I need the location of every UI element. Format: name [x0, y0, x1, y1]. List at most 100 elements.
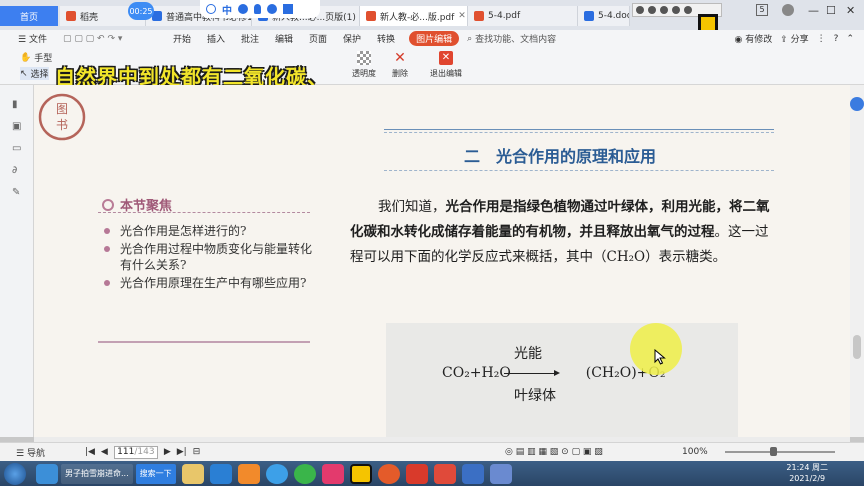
zoom-slider-knob[interactable] — [770, 447, 777, 456]
delete-button[interactable]: ✕ 删除 — [392, 51, 408, 79]
document-area[interactable]: 图 书 二 光合作用的原理和应用 本节聚焦 光合作用是怎样进行的? 光合作用过程… — [34, 85, 850, 437]
page-count-badge: 5 — [756, 4, 768, 16]
youku-icon[interactable] — [321, 463, 344, 484]
k-app-icon[interactable] — [265, 463, 288, 484]
minimize-icon[interactable]: — — [808, 4, 819, 17]
list-item: 光合作用原理在生产中有哪些应用? — [102, 275, 312, 291]
menu-edit[interactable]: 编辑 — [267, 32, 301, 45]
taskbar-app-browser[interactable]: 男子拍雪崩进命... — [61, 463, 133, 484]
tab-home[interactable]: 首页 — [0, 6, 58, 26]
collapse-icon[interactable]: ⌃ — [846, 34, 854, 44]
view-mode-icons[interactable]: ◎ ▤ ▥ ▦ ▧ ⊙ ▢ ▣ ▨ — [505, 447, 603, 457]
bullet-icon — [104, 280, 110, 286]
ime-icon-5[interactable] — [684, 6, 692, 14]
pdf-icon — [366, 11, 376, 21]
tab-doc-6-label: 5-4.docx — [598, 11, 629, 21]
bullet-icon — [104, 246, 110, 252]
ie-icon[interactable] — [209, 463, 232, 484]
tab-home-label: 首页 — [19, 12, 38, 23]
transparency-icon — [357, 51, 371, 65]
thumbnail-icon[interactable]: ▣ — [12, 121, 23, 132]
help-icon[interactable]: ? — [834, 34, 839, 44]
focus-divider — [98, 212, 310, 213]
attachment-icon[interactable]: ∂ — [12, 165, 23, 176]
list-item: 光合作用是怎样进行的? — [102, 223, 312, 239]
tab-doc-5[interactable]: 5-4.pdf — [468, 6, 578, 26]
chrome-icon[interactable] — [377, 463, 400, 484]
page-number-field[interactable]: 111/143 — [113, 445, 158, 459]
signature-icon[interactable]: ✎ — [12, 187, 23, 198]
fit-page-icon[interactable]: ⊟ — [193, 447, 201, 457]
search-placeholder: 查找功能、文档内容 — [475, 35, 557, 45]
menu-protect[interactable]: 保护 — [335, 32, 369, 45]
ime-icon-3[interactable] — [660, 6, 668, 14]
svg-text:书: 书 — [56, 118, 68, 132]
transparency-button[interactable]: 透明度 — [352, 51, 376, 79]
menu-file[interactable]: ☰ 文件 — [0, 32, 55, 45]
hand-tool[interactable]: ✋ 手型 — [20, 51, 52, 65]
vertical-scrollbar[interactable] — [853, 335, 861, 359]
photo-app-icon[interactable] — [489, 463, 512, 484]
tab-doc-4-label: 新人教-必...版.pdf — [380, 12, 455, 23]
grid-icon[interactable] — [283, 4, 293, 14]
user-icon[interactable] — [267, 4, 277, 14]
share-button[interactable]: ⇪ 分享 — [780, 32, 808, 45]
camera-icon[interactable] — [206, 4, 216, 14]
system-clock[interactable]: 21:24 周二 2021/2/9 — [786, 462, 828, 484]
browser-icon[interactable] — [36, 463, 58, 484]
focus-item-text: 光合作用是怎样进行的? — [120, 224, 247, 238]
nav-toggle[interactable]: ☰ 导航 — [16, 446, 45, 459]
folder-icon[interactable] — [181, 463, 204, 484]
quick-access-icons[interactable]: ▢ ▢ ▢ ↶ ↷ ▾ — [55, 34, 165, 44]
menu-bar: ☰ 文件 ▢ ▢ ▢ ↶ ↷ ▾ 开始 插入 批注 编辑 页面 保护 转换 图片… — [0, 30, 864, 47]
delete-icon: ✕ — [394, 50, 406, 66]
exit-edit-button[interactable]: ✕ 退出编辑 — [430, 51, 462, 79]
comment-icon[interactable]: ▭ — [12, 143, 23, 154]
search-input[interactable]: ⌕ 查找功能、文档内容 — [467, 32, 557, 46]
windows-taskbar: 男子拍雪崩进命... 搜索一下 — [0, 461, 864, 486]
select-tool-label: 选择 — [30, 70, 49, 80]
ppt-app-icon[interactable] — [433, 463, 456, 484]
menu-image-edit[interactable]: 图片编辑 — [409, 31, 460, 46]
section-rule-bottom — [384, 170, 774, 171]
close-window-icon[interactable]: ✕ — [846, 4, 855, 17]
side-panel-toggle-icon[interactable] — [850, 97, 864, 111]
page-current: 111 — [117, 447, 135, 457]
close-tab-icon[interactable]: ✕ — [454, 11, 466, 21]
pdf-icon — [474, 11, 484, 21]
last-page-icon[interactable]: ▶| — [177, 447, 187, 457]
select-tool[interactable]: ↖ 选择 — [20, 67, 49, 80]
menu-page[interactable]: 页面 — [301, 32, 335, 45]
modified-indicator[interactable]: ◉ 有修改 — [735, 32, 773, 45]
prev-page-icon[interactable]: ◀ — [101, 447, 108, 457]
maximize-icon[interactable]: ☐ — [826, 4, 836, 17]
wps-icon[interactable] — [405, 463, 428, 484]
menu-start[interactable]: 开始 — [165, 32, 199, 45]
capture-app-icon[interactable] — [349, 463, 372, 484]
zoom-slider[interactable] — [725, 451, 835, 453]
next-page-icon[interactable]: ▶ — [164, 447, 171, 457]
avatar[interactable] — [782, 4, 794, 16]
sync-app-icon[interactable] — [461, 463, 484, 484]
zoom-level[interactable]: 100% — [682, 447, 708, 457]
ime-icon-4[interactable] — [672, 6, 680, 14]
360-browser-icon[interactable] — [293, 463, 316, 484]
taskbar-app-search[interactable]: 搜索一下 — [135, 463, 176, 484]
menu-comment[interactable]: 批注 — [233, 32, 267, 45]
more-icon[interactable]: ⋮ — [817, 34, 826, 44]
first-page-icon[interactable]: |◀ — [85, 447, 95, 457]
bookmark-icon[interactable]: ▮ — [12, 99, 23, 110]
equation-box: CO₂+H₂O (CH₂O)+O₂ 光能 叶绿体 — [386, 323, 738, 437]
start-button[interactable] — [4, 462, 26, 485]
tab-doc-6[interactable]: 5-4.docx — [578, 6, 630, 26]
video-player-icon[interactable] — [237, 463, 260, 484]
ime-icon-2[interactable] — [648, 6, 656, 14]
delete-label: 删除 — [392, 69, 408, 78]
tab-doc-4[interactable]: 新人教-必...版.pdf ✕ — [360, 6, 468, 26]
chinese-input-icon[interactable]: 中 — [222, 2, 232, 17]
menu-insert[interactable]: 插入 — [199, 32, 233, 45]
menu-convert[interactable]: 转换 — [369, 32, 403, 45]
moon-icon[interactable] — [238, 4, 248, 14]
microphone-icon[interactable] — [254, 4, 261, 14]
ime-icon-1[interactable] — [636, 6, 644, 14]
